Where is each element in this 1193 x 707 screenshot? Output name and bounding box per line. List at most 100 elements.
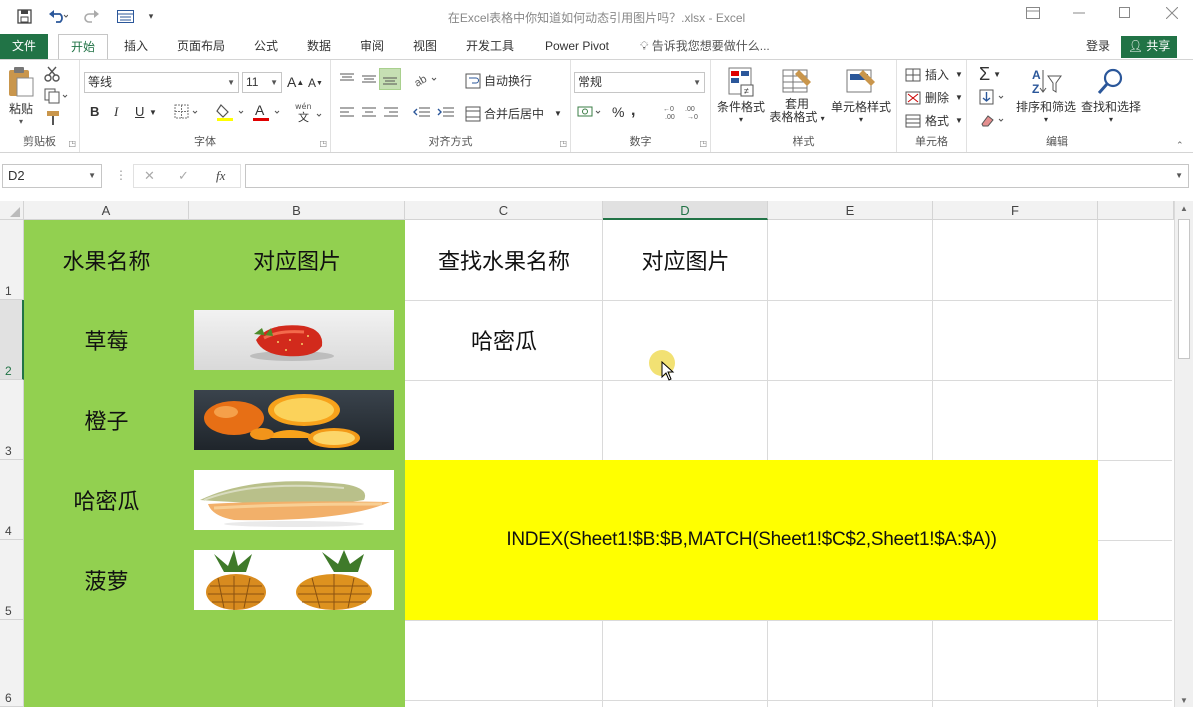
font-size-combo[interactable]: 11 ▼ <box>242 72 282 93</box>
cut-icon[interactable] <box>44 66 60 82</box>
delete-cells-button[interactable]: 删除 ▼ <box>905 89 963 106</box>
minimize-icon[interactable] <box>1067 6 1091 26</box>
fill-color-icon[interactable] <box>216 102 246 122</box>
tab-file[interactable]: 文件 <box>0 34 48 59</box>
cell-a5[interactable]: 菠萝 <box>24 540 189 620</box>
orange-picture[interactable] <box>194 390 394 450</box>
scroll-up-icon[interactable]: ▲ <box>1180 204 1188 213</box>
comma-button[interactable]: , <box>631 102 635 120</box>
autosum-icon[interactable]: Σ ▼ <box>979 64 1001 85</box>
conditional-format-button[interactable]: ≠ 条件格式 ▾ <box>715 66 767 124</box>
tab-power-pivot[interactable]: Power Pivot <box>534 34 620 59</box>
column-header-f[interactable]: F <box>933 201 1098 220</box>
find-select-button[interactable]: 查找和选择 ▾ <box>1077 66 1145 124</box>
cell-c2[interactable]: 哈密瓜 <box>405 300 603 380</box>
column-header-b[interactable]: B <box>189 201 405 220</box>
align-bottom-icon[interactable] <box>379 68 401 90</box>
font-launcher-icon[interactable]: ◳ <box>319 139 327 148</box>
cell-a4[interactable]: 哈密瓜 <box>24 460 189 540</box>
cantaloupe-picture[interactable] <box>194 470 394 530</box>
close-icon[interactable] <box>1160 6 1184 26</box>
currency-icon[interactable] <box>577 104 603 120</box>
increase-font-icon[interactable]: A ▲ <box>287 74 304 90</box>
formula-bar-grip-icon[interactable]: ⋮ <box>115 168 127 182</box>
number-format-combo[interactable]: 常规 ▼ <box>574 72 705 93</box>
column-header-e[interactable]: E <box>768 201 933 220</box>
clear-icon[interactable] <box>979 112 1007 128</box>
font-name-combo[interactable]: 等线 ▼ <box>84 72 239 93</box>
underline-dropdown-icon[interactable]: ▼ <box>149 108 157 117</box>
tab-home[interactable]: 开始 <box>58 34 108 60</box>
ribbon-display-icon[interactable] <box>1021 6 1045 26</box>
fill-icon[interactable] <box>979 89 1007 105</box>
row-header-5[interactable]: 5 <box>0 540 24 620</box>
cell-styles-button[interactable]: 单元格样式 ▾ <box>829 66 893 124</box>
share-button[interactable]: 👤︎ 共享 <box>1121 36 1177 58</box>
align-middle-icon[interactable] <box>361 72 377 86</box>
column-header-g[interactable] <box>1098 201 1174 220</box>
tab-insert[interactable]: 插入 <box>114 34 158 59</box>
insert-function-icon[interactable]: fx <box>216 168 225 184</box>
insert-cells-button[interactable]: 插入 ▼ <box>905 66 963 83</box>
worksheet-grid[interactable]: A B C D E F 1 2 3 4 5 6 水果名称 对应图片 查找水果名称… <box>0 201 1193 707</box>
increase-decimal-icon[interactable]: ←0.00 <box>663 104 681 120</box>
underline-button[interactable]: U <box>135 104 144 119</box>
tab-page-layout[interactable]: 页面布局 <box>168 34 234 59</box>
merge-center-button[interactable]: 合并后居中 ▼ <box>465 105 562 122</box>
cell-b1[interactable]: 对应图片 <box>189 220 405 300</box>
row-header-1[interactable]: 1 <box>0 220 24 300</box>
cell-d2-selected[interactable] <box>603 300 768 380</box>
wrap-text-button[interactable]: 自动换行 <box>465 72 532 89</box>
row-header-6[interactable]: 6 <box>0 620 24 707</box>
cell-a1[interactable]: 水果名称 <box>24 220 189 300</box>
column-header-a[interactable]: A <box>24 201 189 220</box>
vertical-scrollbar[interactable]: ▲ ▼ <box>1174 201 1193 707</box>
formula-input[interactable]: ▼ <box>245 164 1189 188</box>
italic-button[interactable]: I <box>114 104 118 120</box>
font-color-icon[interactable]: A <box>252 102 282 122</box>
scroll-thumb[interactable] <box>1178 219 1190 359</box>
tell-me-box[interactable]: 💡︎ 告诉我您想要做什么... <box>640 34 770 59</box>
column-header-c[interactable]: C <box>405 201 603 220</box>
paste-button[interactable]: 粘贴 ▾ <box>6 66 36 126</box>
column-header-d[interactable]: D <box>603 201 768 220</box>
row-header-2[interactable]: 2 <box>0 300 24 380</box>
clipboard-launcher-icon[interactable]: ◳ <box>68 139 76 148</box>
row-header-3[interactable]: 3 <box>0 380 24 460</box>
login-link[interactable]: 登录 <box>1086 34 1110 59</box>
tab-developer[interactable]: 开发工具 <box>456 34 524 59</box>
decrease-font-icon[interactable]: A ▼ <box>308 76 323 90</box>
maximize-icon[interactable] <box>1113 6 1137 26</box>
tab-formulas[interactable]: 公式 <box>244 34 288 59</box>
sort-filter-button[interactable]: AZ 排序和筛选 ▾ <box>1015 66 1077 124</box>
tab-data[interactable]: 数据 <box>297 34 341 59</box>
format-cells-button[interactable]: 格式 ▼ <box>905 112 963 129</box>
align-center-icon[interactable] <box>361 106 377 120</box>
cell-a3[interactable]: 橙子 <box>24 380 189 460</box>
increase-indent-icon[interactable] <box>437 106 455 120</box>
decrease-decimal-icon[interactable]: .00 →0 <box>685 104 703 120</box>
collapse-ribbon-icon[interactable]: ⌃ <box>1176 140 1184 151</box>
format-as-table-button[interactable]: 套用 表格格式 ▾ <box>767 66 827 125</box>
scroll-down-icon[interactable]: ▼ <box>1180 696 1188 705</box>
copy-icon[interactable] <box>44 88 68 104</box>
align-right-icon[interactable] <box>383 106 399 120</box>
confirm-entry-icon[interactable]: ✓ <box>178 168 189 184</box>
align-left-icon[interactable] <box>339 106 355 120</box>
cell-c1[interactable]: 查找水果名称 <box>405 220 603 300</box>
strawberry-picture[interactable] <box>194 310 394 370</box>
number-launcher-icon[interactable]: ◳ <box>699 139 707 148</box>
pineapple-picture[interactable] <box>194 550 394 610</box>
decrease-indent-icon[interactable] <box>413 106 431 120</box>
orientation-icon[interactable]: ab <box>413 70 439 88</box>
cell-a2[interactable]: 草莓 <box>24 300 189 380</box>
bold-button[interactable]: B <box>90 104 99 119</box>
tab-review[interactable]: 审阅 <box>350 34 394 59</box>
name-box[interactable]: D2 ▼ <box>2 164 102 188</box>
format-painter-icon[interactable] <box>44 110 62 126</box>
row-header-4[interactable]: 4 <box>0 460 24 540</box>
percent-button[interactable]: % <box>612 104 624 120</box>
align-top-icon[interactable] <box>339 72 355 86</box>
cancel-entry-icon[interactable]: ✕ <box>144 168 155 184</box>
phonetic-icon[interactable]: wén 文 <box>294 100 324 124</box>
